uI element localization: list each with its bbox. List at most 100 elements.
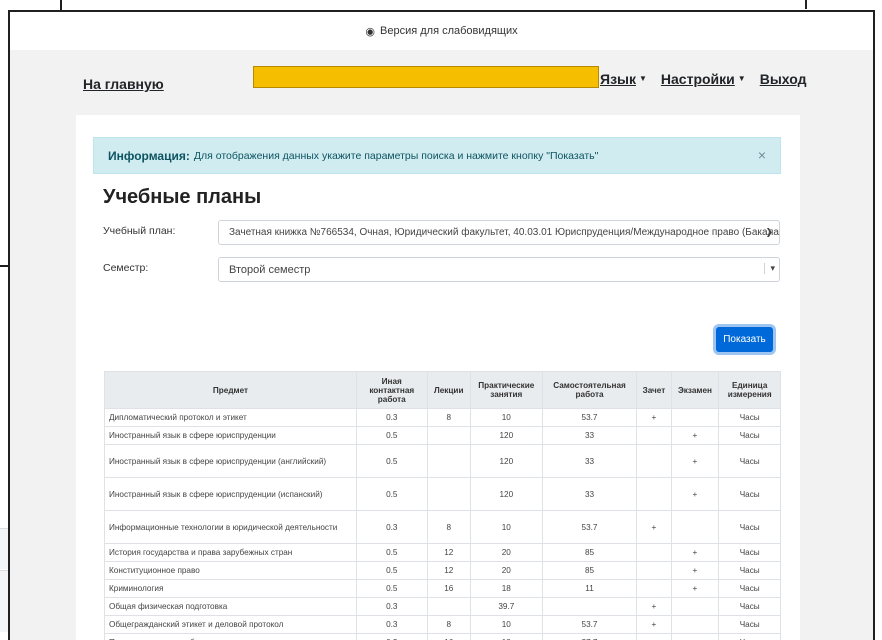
subject-cell: Иностранный язык в сфере юриспруденции (… — [105, 478, 357, 511]
subject-cell: Криминология — [105, 580, 357, 598]
table-cell: 16 — [427, 634, 470, 640]
table-cell: Часы — [719, 562, 781, 580]
table-cell: 0.5 — [356, 478, 427, 511]
column-header[interactable]: Предмет — [105, 372, 357, 409]
redacted-user-field — [253, 66, 599, 88]
table-cell: 120 — [470, 478, 542, 511]
table-header-row: Предмет Иная контактная работа Лекции Пр… — [105, 372, 781, 409]
table-cell: 8 — [427, 511, 470, 544]
table-row: Дипломатический протокол и этикет0.38105… — [105, 409, 781, 427]
table-cell: Часы — [719, 598, 781, 616]
logout-link[interactable]: Выход — [760, 71, 807, 89]
accessibility-link[interactable]: Версия для слабовидящих — [380, 25, 518, 37]
table-cell: 0.3 — [356, 634, 427, 640]
home-link[interactable]: На главную — [83, 76, 164, 92]
table-cell: + — [637, 598, 671, 616]
table-cell — [671, 409, 719, 427]
plan-label: Учебный план: — [103, 225, 175, 237]
table-cell: Часы — [719, 427, 781, 445]
subject-cell: Информационные технологии в юридической … — [105, 511, 357, 544]
table-cell — [637, 544, 671, 562]
table-cell: 39.7 — [470, 598, 542, 616]
subject-cell: Право социального обеспечения — [105, 634, 357, 640]
column-header[interactable]: Экзамен — [671, 372, 719, 409]
alert-title: Информация: — [108, 149, 190, 163]
table-row: Иностранный язык в сфере юриспруденции0.… — [105, 427, 781, 445]
table-cell: + — [671, 427, 719, 445]
column-header[interactable]: Единица измерения — [719, 372, 781, 409]
table-cell: 18 — [470, 634, 542, 640]
table-cell: 12 — [427, 544, 470, 562]
table-cell: 53.7 — [542, 409, 637, 427]
page: На главную Язык▼ Настройки▼ Выход Информ… — [10, 50, 873, 640]
plan-select[interactable]: Зачетная книжка №766534, Очная, Юридичес… — [218, 220, 780, 245]
table-cell — [427, 427, 470, 445]
subject-cell: Иностранный язык в сфере юриспруденции (… — [105, 445, 357, 478]
table-row: Общая физическая подготовка0.3 39.7 + Часы — [105, 598, 781, 616]
accessibility-bar[interactable]: ◉ Версия для слабовидящих — [10, 12, 873, 50]
table-cell: 0.5 — [356, 544, 427, 562]
background-window-fragment — [660, 0, 882, 10]
nav-right: Язык▼ Настройки▼ Выход — [600, 71, 806, 89]
show-button[interactable]: Показать — [716, 327, 773, 352]
caret-down-icon: ▾ — [764, 263, 775, 274]
table-cell: 33 — [542, 478, 637, 511]
page-title: Учебные планы — [103, 186, 261, 209]
chevron-down-icon: ❯ — [765, 227, 773, 238]
table-cell: 0.5 — [356, 562, 427, 580]
settings-menu[interactable]: Настройки▼ — [661, 71, 746, 89]
table-row: Иностранный язык в сфере юриспруденции (… — [105, 445, 781, 478]
table-cell: + — [671, 580, 719, 598]
table-cell: 0.3 — [356, 598, 427, 616]
table-cell — [671, 511, 719, 544]
navbar: На главную Язык▼ Настройки▼ Выход — [10, 50, 873, 120]
close-icon[interactable]: × — [758, 147, 766, 163]
table-cell: 11 — [542, 580, 637, 598]
table-cell: 0.5 — [356, 445, 427, 478]
table-cell: Часы — [719, 478, 781, 511]
plan-select-value: Зачетная книжка №766534, Очная, Юридичес… — [229, 227, 780, 238]
column-header[interactable]: Иная контактная работа — [356, 372, 427, 409]
eye-icon: ◉ — [365, 25, 375, 38]
table-row: Конституционное право0.5122085+Часы — [105, 562, 781, 580]
table-cell: 33 — [542, 427, 637, 445]
table-cell: 20 — [470, 562, 542, 580]
table-cell: Часы — [719, 409, 781, 427]
table-cell — [637, 478, 671, 511]
table-cell: 85 — [542, 544, 637, 562]
language-menu[interactable]: Язык▼ — [600, 71, 647, 89]
column-header[interactable]: Лекции — [427, 372, 470, 409]
content-card: Информация: Для отображения данных укажи… — [76, 115, 800, 640]
table-row: Криминология0.5161811+Часы — [105, 580, 781, 598]
semester-select[interactable]: Второй семестр ▾ — [218, 257, 780, 282]
table-cell: 0.3 — [356, 511, 427, 544]
subject-cell: Дипломатический протокол и этикет — [105, 409, 357, 427]
table-cell: 0.5 — [356, 580, 427, 598]
subject-cell: История государства и права зарубежных с… — [105, 544, 357, 562]
language-link[interactable]: Язык — [600, 71, 636, 87]
subject-cell: Конституционное право — [105, 562, 357, 580]
table-cell: 33 — [542, 445, 637, 478]
table-cell: + — [637, 634, 671, 640]
subject-cell: Общая физическая подготовка — [105, 598, 357, 616]
table-cell: 8 — [427, 409, 470, 427]
table-cell: 120 — [470, 427, 542, 445]
table-cell — [637, 562, 671, 580]
column-header[interactable]: Самостоятельная работа — [542, 372, 637, 409]
settings-link[interactable]: Настройки — [661, 71, 735, 87]
table-cell: 0.5 — [356, 427, 427, 445]
semester-label: Семестр: — [103, 262, 148, 274]
table-row: Право социального обеспечения0.3161837.7… — [105, 634, 781, 640]
table-cell: Часы — [719, 634, 781, 640]
column-header[interactable]: Практические занятия — [470, 372, 542, 409]
background-edge — [805, 0, 807, 9]
alert-text: Для отображения данных укажите параметры… — [194, 150, 598, 162]
table-cell: + — [671, 478, 719, 511]
table-row: Информационные технологии в юридической … — [105, 511, 781, 544]
table-cell: + — [671, 445, 719, 478]
table-cell: 20 — [470, 544, 542, 562]
browser-window: ◉ Версия для слабовидящих На главную Язы… — [8, 10, 875, 640]
column-header[interactable]: Зачет — [637, 372, 671, 409]
table-cell: + — [671, 562, 719, 580]
table-cell: 18 — [470, 580, 542, 598]
